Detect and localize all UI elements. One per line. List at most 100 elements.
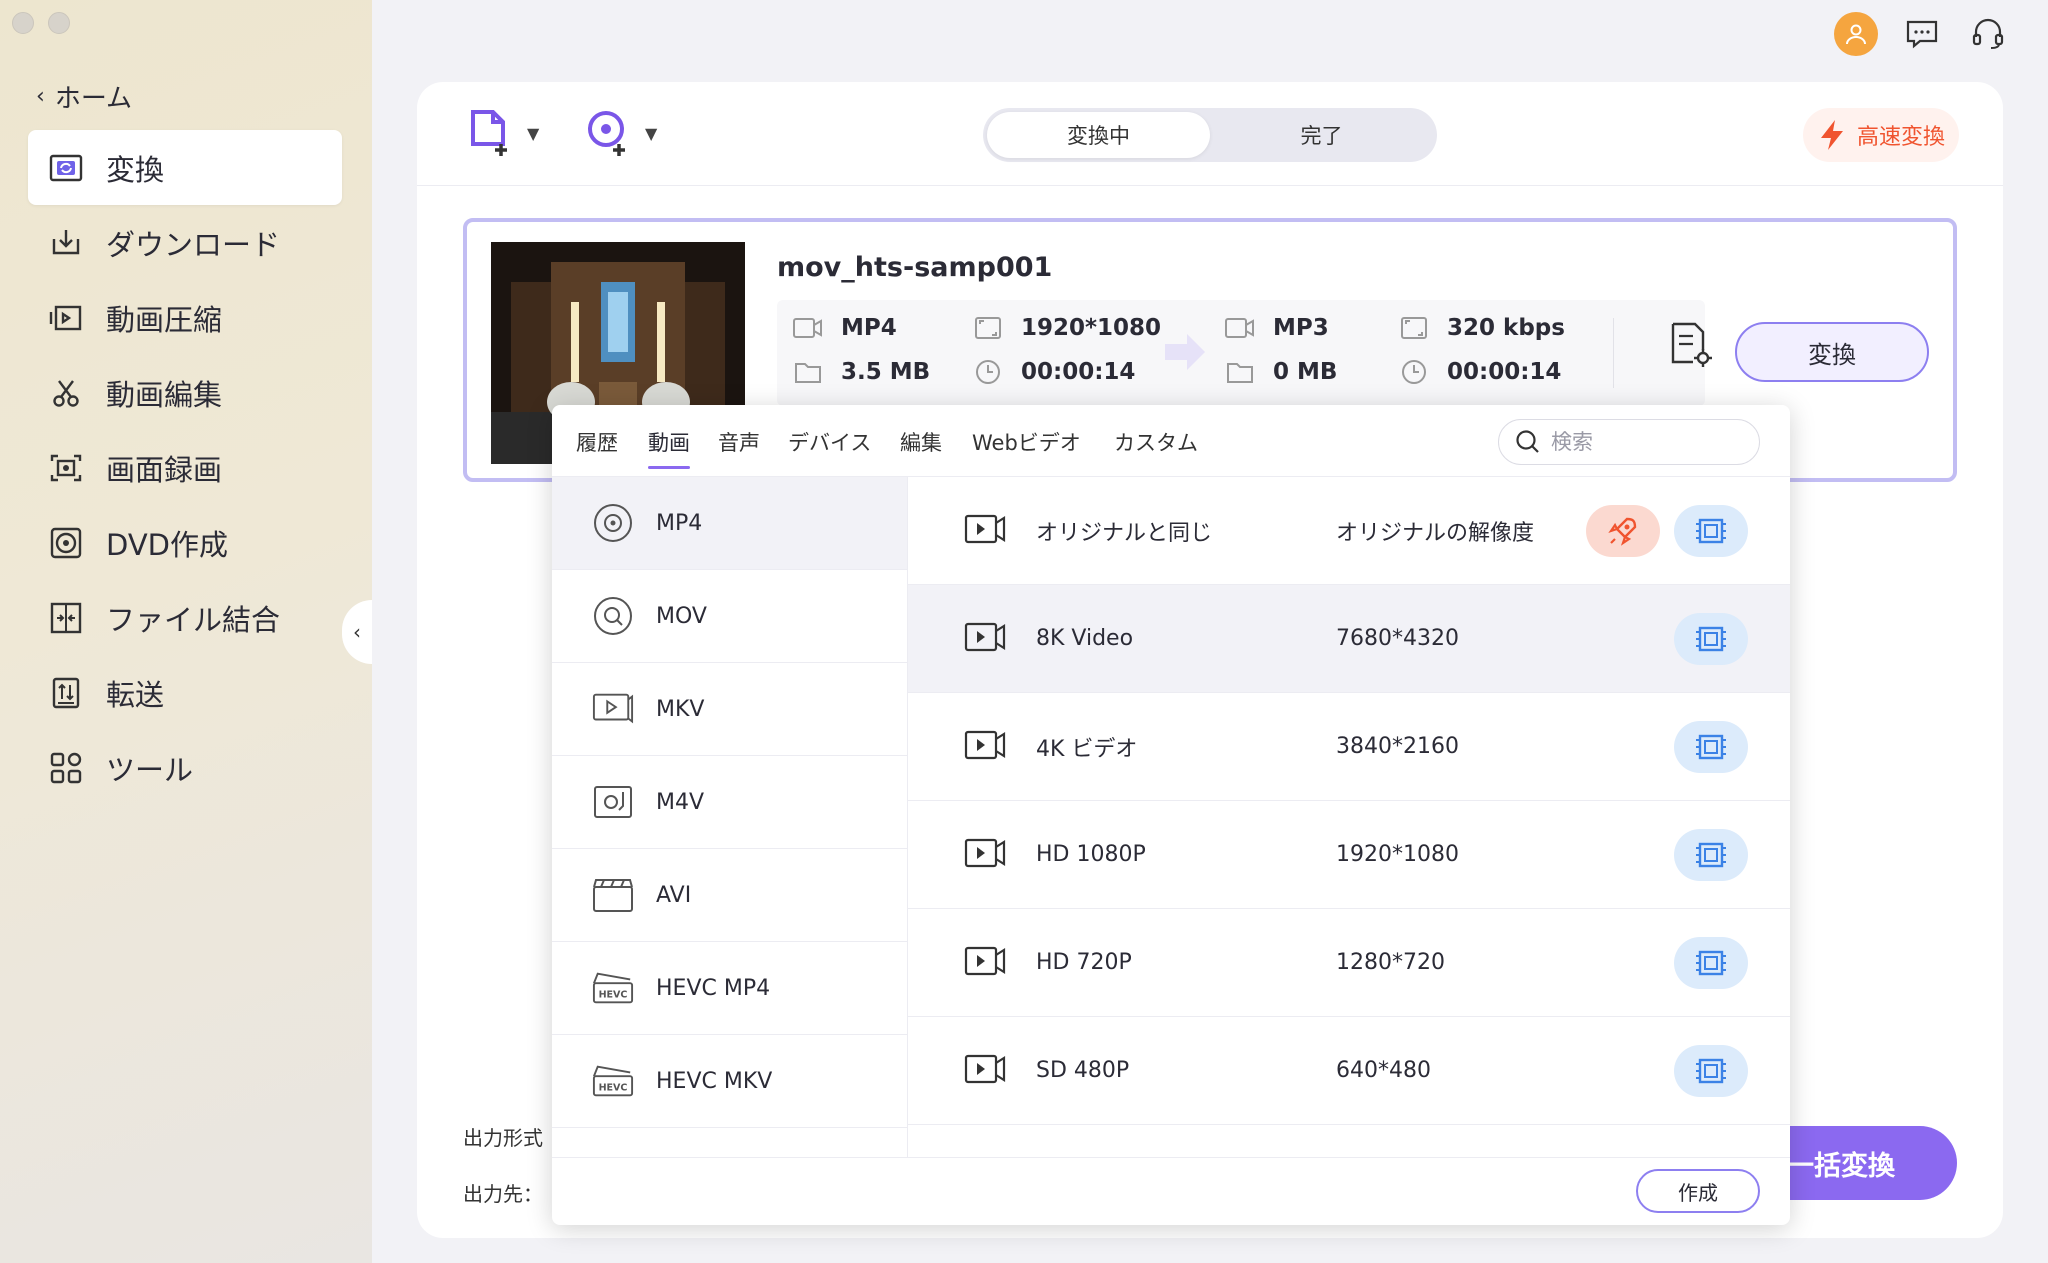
sidebar-item-label: DVD作成 bbox=[106, 527, 228, 562]
arrow-right-icon bbox=[1161, 328, 1209, 380]
format-label: HEVC MP4 bbox=[656, 975, 771, 1001]
close-window-button[interactable] bbox=[12, 12, 34, 34]
format-item-avi[interactable]: AVI bbox=[552, 849, 907, 942]
convert-button[interactable]: 変換 bbox=[1735, 322, 1929, 382]
preset-sd-480p[interactable]: SD 480P 640*480 bbox=[908, 1017, 1790, 1125]
preset-name: 8K Video bbox=[1036, 626, 1134, 651]
dvd-icon bbox=[48, 525, 84, 561]
preset-resolution: 3840*2160 bbox=[1336, 734, 1459, 759]
film-edit-icon bbox=[1696, 1058, 1726, 1084]
sidebar-item-dvd[interactable]: DVD作成 bbox=[28, 505, 342, 580]
film-edit-icon bbox=[1696, 950, 1726, 976]
divider bbox=[552, 1157, 1790, 1158]
format-item-mp4[interactable]: MP4 bbox=[552, 477, 907, 570]
sidebar-item-label: ファイル結合 bbox=[106, 602, 281, 637]
sidebar-item-transfer[interactable]: 転送 bbox=[28, 655, 342, 730]
transfer-icon bbox=[48, 675, 84, 711]
chat-icon bbox=[1906, 20, 1938, 49]
source-resolution: 1920*1080 bbox=[973, 314, 1161, 342]
preset-original[interactable]: オリジナルと同じ オリジナルの解像度 bbox=[908, 477, 1790, 585]
file-settings-icon bbox=[1671, 322, 1712, 367]
preset-hd-1080p[interactable]: HD 1080P 1920*1080 bbox=[908, 801, 1790, 909]
tab-audio[interactable]: 音声 bbox=[718, 427, 760, 457]
video-play-icon bbox=[964, 621, 1006, 657]
tab-history[interactable]: 履歴 bbox=[576, 427, 618, 457]
film-edit-icon bbox=[1696, 518, 1726, 544]
headset-icon bbox=[1972, 18, 2004, 49]
format-search[interactable] bbox=[1498, 419, 1760, 465]
format-item-mkv[interactable]: MKV bbox=[552, 663, 907, 756]
preset-settings-button[interactable] bbox=[1674, 505, 1748, 557]
film-edit-icon bbox=[1696, 842, 1726, 868]
support-button[interactable] bbox=[1966, 12, 2010, 56]
fast-convert-button[interactable]: 高速変換 bbox=[1802, 108, 1959, 162]
home-link[interactable]: ‹ ホーム bbox=[36, 78, 132, 115]
output-format-label: 出力形式 bbox=[463, 1126, 543, 1150]
tab-video[interactable]: 動画 bbox=[648, 427, 690, 469]
tab-web-video[interactable]: Webビデオ bbox=[972, 427, 1081, 457]
format-item-hevc-mp4[interactable]: HEVC HEVC MP4 bbox=[552, 942, 907, 1035]
video-play-icon bbox=[964, 513, 1006, 549]
tab-custom[interactable]: カスタム bbox=[1114, 427, 1198, 457]
create-preset-button[interactable]: 作成 bbox=[1636, 1169, 1760, 1213]
preset-settings-button[interactable] bbox=[1674, 937, 1748, 989]
add-media-button[interactable]: ▼ bbox=[585, 108, 657, 158]
target-format: MP3 bbox=[1225, 314, 1329, 342]
svg-text:HEVC: HEVC bbox=[599, 1083, 628, 1094]
search-input[interactable] bbox=[1551, 430, 1741, 454]
sidebar-item-label: 動画圧縮 bbox=[106, 302, 223, 337]
chevron-down-icon: ▼ bbox=[645, 123, 658, 143]
preset-resolution: 7680*4320 bbox=[1336, 626, 1459, 651]
window-controls bbox=[12, 12, 70, 34]
svg-text:HEVC: HEVC bbox=[599, 990, 628, 1001]
tab-device[interactable]: デバイス bbox=[788, 427, 871, 457]
preset-settings-button[interactable] bbox=[1674, 1045, 1748, 1097]
target-duration: 00:00:14 bbox=[1399, 358, 1561, 386]
preset-4k[interactable]: 4K ビデオ 3840*2160 bbox=[908, 693, 1790, 801]
message-button[interactable] bbox=[1900, 12, 1944, 56]
preset-hd-720p[interactable]: HD 720P 1280*720 bbox=[908, 909, 1790, 1017]
preset-settings-button[interactable] bbox=[1674, 613, 1748, 665]
tab-edit[interactable]: 編集 bbox=[900, 427, 942, 457]
format-item-mov[interactable]: MOV bbox=[552, 570, 907, 663]
chevron-left-icon: ‹ bbox=[353, 620, 361, 644]
fast-convert-label: 高速変換 bbox=[1856, 125, 1945, 150]
preset-8k[interactable]: 8K Video 7680*4320 bbox=[908, 585, 1790, 693]
preset-settings-button[interactable] bbox=[1674, 829, 1748, 881]
video-play-icon bbox=[964, 729, 1006, 765]
format-item-m4v[interactable]: M4V bbox=[552, 756, 907, 849]
tab-converting[interactable]: 変換中 bbox=[987, 112, 1210, 158]
download-icon bbox=[48, 225, 84, 261]
film-edit-icon bbox=[1696, 626, 1726, 652]
preset-name: 4K ビデオ bbox=[1036, 736, 1138, 762]
format-item-hevc-mkv[interactable]: HEVC HEVC MKV bbox=[552, 1035, 907, 1128]
m4v-icon bbox=[592, 781, 634, 823]
screen-record-icon bbox=[48, 450, 84, 486]
sidebar-item-download[interactable]: ダウンロード bbox=[28, 205, 342, 280]
avatar[interactable] bbox=[1834, 12, 1878, 56]
format-category-tabs: 履歴 動画 音声 デバイス 編集 Webビデオ カスタム bbox=[552, 405, 1790, 477]
sidebar-item-compress[interactable]: 動画圧縮 bbox=[28, 280, 342, 355]
format-dropdown: 履歴 動画 音声 デバイス 編集 Webビデオ カスタム MP4 MOV MKV… bbox=[552, 405, 1790, 1225]
sidebar-item-convert[interactable]: 変換 bbox=[28, 130, 342, 205]
sidebar-nav: 変換 ダウンロード 動画圧縮 動画編集 画面録画 DVD作成 ファイル結合 転送… bbox=[28, 130, 342, 805]
add-file-button[interactable]: ▼ bbox=[467, 108, 539, 158]
preset-settings-button[interactable] bbox=[1674, 721, 1748, 773]
sidebar-item-tools[interactable]: ツール bbox=[28, 730, 342, 805]
video-icon bbox=[1225, 314, 1255, 342]
minimize-window-button[interactable] bbox=[48, 12, 70, 34]
resolution-icon bbox=[1399, 314, 1429, 342]
sidebar-item-screen-record[interactable]: 画面録画 bbox=[28, 430, 342, 505]
hevc-icon: HEVC bbox=[592, 967, 634, 1009]
sidebar-item-edit[interactable]: 動画編集 bbox=[28, 355, 342, 430]
output-settings-button[interactable] bbox=[1669, 320, 1713, 372]
gpu-boost-button[interactable] bbox=[1586, 505, 1660, 557]
preset-resolution: 640*480 bbox=[1336, 1058, 1431, 1083]
sidebar-item-label: 動画編集 bbox=[106, 377, 223, 412]
video-play-icon bbox=[964, 945, 1006, 981]
source-size: 3.5 MB bbox=[793, 358, 930, 386]
clock-icon bbox=[973, 358, 1003, 386]
sidebar-item-merge[interactable]: ファイル結合 bbox=[28, 580, 342, 655]
tab-completed[interactable]: 完了 bbox=[1210, 112, 1433, 158]
top-right-icons bbox=[1834, 12, 2010, 56]
